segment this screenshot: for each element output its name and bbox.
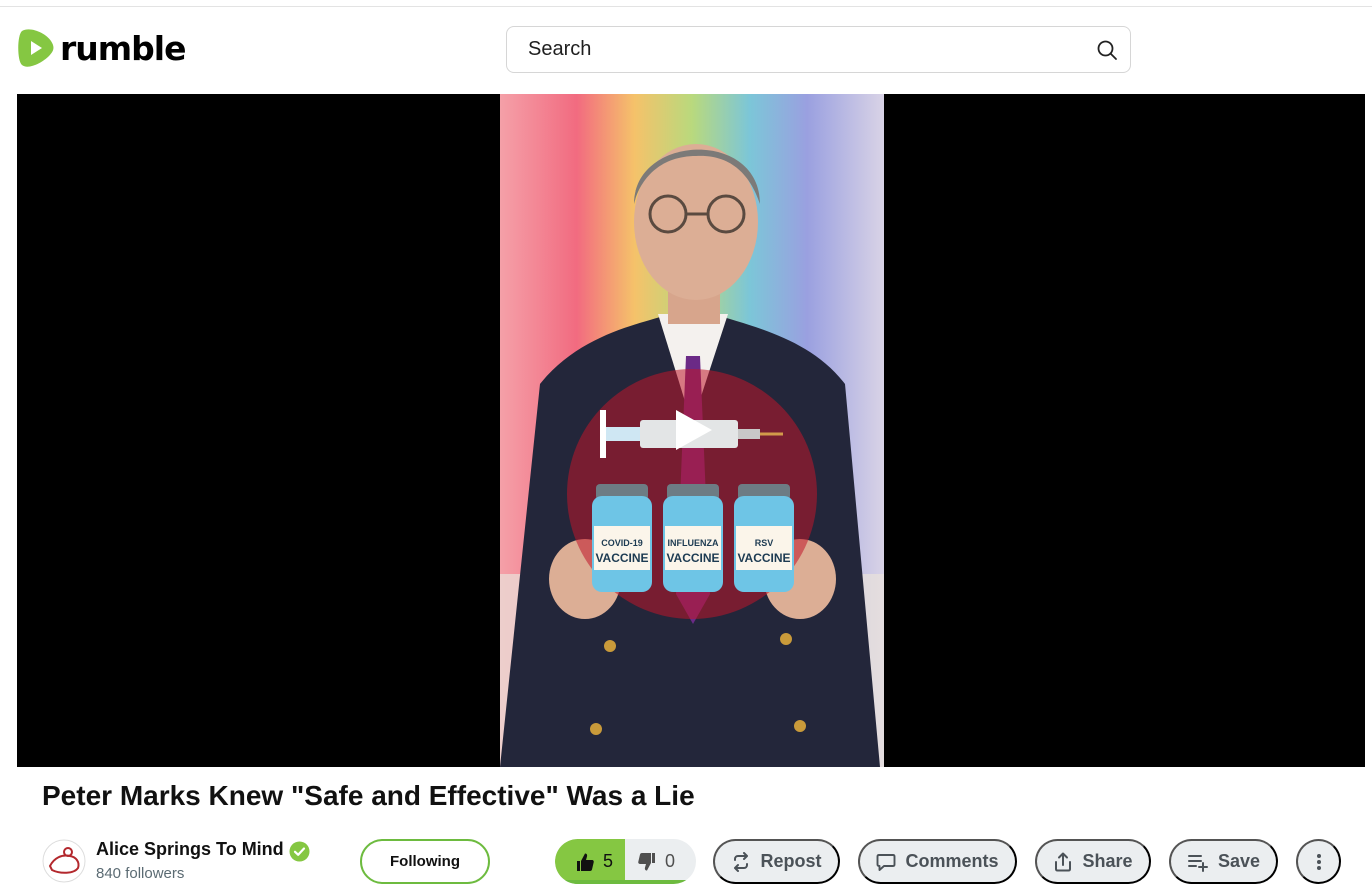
rumble-logo[interactable]: rumble: [16, 27, 186, 69]
thumbs-down-icon: [638, 852, 655, 870]
like-button[interactable]: 5: [555, 839, 625, 884]
more-options-button[interactable]: [1296, 839, 1341, 884]
vial-label-4: VACCINE: [666, 551, 719, 565]
search-icon[interactable]: [1096, 39, 1118, 61]
vote-ratio-fill: [555, 880, 696, 884]
repost-icon: [734, 851, 749, 872]
share-icon: [1055, 852, 1072, 871]
video-player[interactable]: COVID-19 VACCINE INFLUENZA VACCINE RSV V…: [17, 94, 1365, 767]
verified-icon: [289, 841, 310, 862]
dislike-button[interactable]: 0: [625, 839, 696, 884]
channel-name[interactable]: Alice Springs To Mind: [96, 839, 284, 860]
save-label: Save: [1217, 851, 1261, 871]
more-vertical-icon: [1316, 853, 1321, 870]
vial-label-5: RSV: [755, 538, 774, 548]
vial-label-2: VACCINE: [595, 551, 648, 565]
channel-avatar[interactable]: [42, 838, 86, 884]
follower-count: 840 followers: [96, 865, 185, 882]
save-button[interactable]: Save: [1169, 839, 1278, 884]
search-input[interactable]: [507, 27, 1077, 72]
comment-icon: [877, 853, 896, 871]
vote-group: 5 0: [555, 839, 696, 884]
site-header: rumble: [0, 7, 1372, 94]
like-count: 5: [603, 851, 614, 871]
rumble-logo-icon: [18, 29, 54, 67]
vial-label-6: VACCINE: [737, 551, 790, 565]
top-strip: [0, 0, 1372, 7]
vial-label-3: INFLUENZA: [668, 538, 719, 548]
video-frame: COVID-19 VACCINE INFLUENZA VACCINE RSV V…: [500, 94, 884, 767]
repost-label: Repost: [760, 851, 822, 871]
playlist-add-icon: [1187, 854, 1208, 872]
dislike-count: 0: [665, 851, 676, 871]
search-bar[interactable]: [506, 26, 1131, 73]
repost-button[interactable]: Repost: [713, 839, 840, 884]
following-button[interactable]: Following: [360, 839, 490, 884]
share-label: Share: [1082, 851, 1133, 871]
thumbs-up-icon: [577, 853, 594, 871]
video-title: Peter Marks Knew "Safe and Effective" Wa…: [42, 780, 695, 811]
share-button[interactable]: Share: [1035, 839, 1151, 884]
vial-label-1: COVID-19: [601, 538, 643, 548]
vote-ratio-bar: [555, 880, 696, 884]
comments-button[interactable]: Comments: [858, 839, 1017, 884]
logo-text: rumble: [60, 28, 186, 68]
comments-label: Comments: [905, 851, 999, 871]
